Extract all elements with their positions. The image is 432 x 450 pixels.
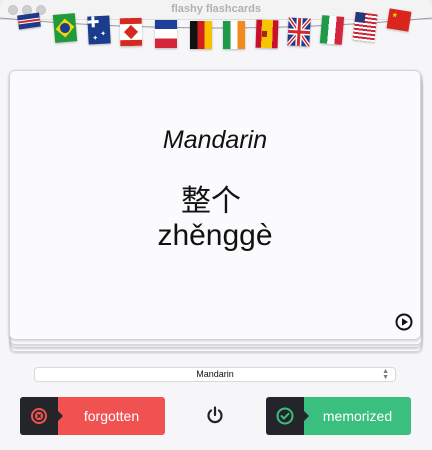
forgotten-notch: [58, 411, 63, 421]
forgotten-label: forgotten: [58, 397, 165, 435]
united-states-flag-icon[interactable]: [352, 11, 378, 43]
france-flag-icon[interactable]: [155, 20, 177, 48]
language-select[interactable]: Mandarin ▲ ▼: [34, 367, 396, 382]
flashcard[interactable]: Mandarin 整个 zhěnggè: [9, 70, 421, 340]
uk-union-jack-flag-icon[interactable]: [287, 17, 311, 47]
memorized-label: memorized: [304, 397, 411, 435]
united-kingdom-flag-icon[interactable]: [17, 12, 41, 30]
card-pronunciation: zhěnggè: [157, 219, 273, 252]
memorized-notch: [304, 411, 309, 421]
australia-flag-icon[interactable]: ✦ ✦: [87, 15, 111, 45]
x-circle-icon: [31, 408, 47, 424]
brazil-flag-icon[interactable]: [52, 13, 78, 43]
ireland-flag-icon[interactable]: [223, 21, 245, 49]
language-select-value: Mandarin: [196, 369, 234, 379]
memorized-icon-panel: [266, 397, 309, 435]
spain-flag-icon[interactable]: [255, 19, 279, 49]
check-circle-icon: [276, 407, 294, 425]
germany-flag-icon[interactable]: [190, 21, 212, 49]
china-flag-icon[interactable]: ★: [386, 8, 412, 32]
forgotten-button[interactable]: forgotten: [20, 397, 165, 435]
app-window: flashy flashcards ✦ ✦ ★ Mandarin 整个 zhěn…: [0, 0, 432, 450]
power-icon[interactable]: [204, 404, 226, 426]
italy-flag-icon[interactable]: [319, 15, 345, 45]
canada-flag-icon[interactable]: [119, 17, 143, 47]
select-arrows-icon: ▲ ▼: [382, 368, 389, 381]
card-language-title: Mandarin: [162, 126, 268, 154]
forgotten-icon-panel: [20, 397, 63, 435]
card-word: 整个: [181, 185, 241, 218]
memorized-button[interactable]: memorized: [266, 397, 411, 435]
play-circle-icon[interactable]: [395, 313, 413, 331]
